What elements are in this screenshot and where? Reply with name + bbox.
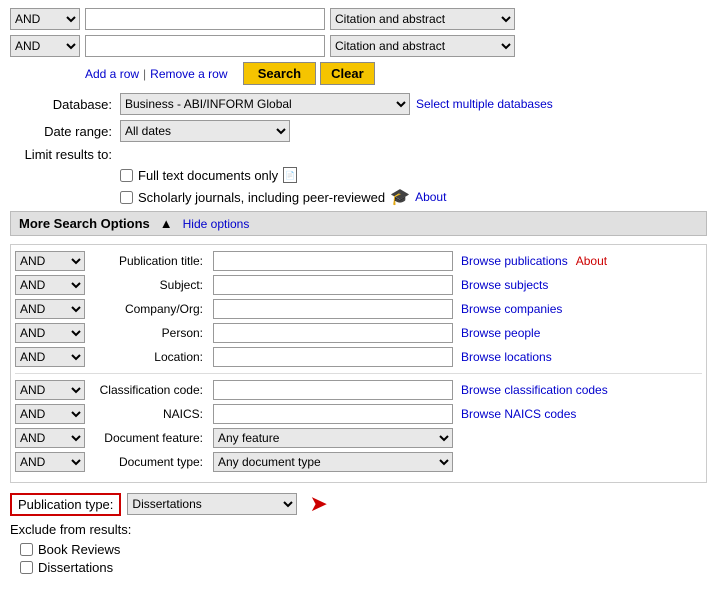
browse-classification-link[interactable]: Browse classification codes <box>461 383 608 397</box>
select-multiple-databases-link[interactable]: Select multiple databases <box>416 97 553 111</box>
document-icon: 📄 <box>283 167 297 183</box>
section-divider-1 <box>15 373 702 374</box>
fulltext-checkbox[interactable] <box>120 169 133 182</box>
adv-row-naics: ANDORNOT NAICS: Browse NAICS codes <box>15 404 702 424</box>
exclude-results-label: Exclude from results: <box>10 522 131 537</box>
limit-results-row: Limit results to: <box>10 147 707 162</box>
adv-row-location: ANDORNOT Location: Browse locations <box>15 347 702 367</box>
person-input[interactable] <box>213 323 453 343</box>
exclude-dissertations-label: Dissertations <box>38 560 113 575</box>
publication-type-row: Publication type: Dissertations All Jour… <box>10 491 707 517</box>
adv-row-company: ANDORNOT Company/Org: Browse companies <box>15 299 702 319</box>
exclude-book-reviews-label: Book Reviews <box>38 542 120 557</box>
search-button[interactable]: Search <box>243 62 316 85</box>
hide-arrow-icon: ▲ <box>160 216 173 231</box>
more-options-bar: More Search Options ▲ Hide options <box>10 211 707 236</box>
graduation-icon: 🎓 <box>390 187 410 207</box>
adv-row-person: ANDORNOT Person: Browse people <box>15 323 702 343</box>
publication-type-select[interactable]: Dissertations All Journals Books Confere… <box>127 493 297 515</box>
adv-op-doc-feature[interactable]: ANDORNOT <box>15 428 85 448</box>
adv-op-doc-type[interactable]: ANDORNOT <box>15 452 85 472</box>
browse-naics-link[interactable]: Browse NAICS codes <box>461 407 576 421</box>
adv-row-doc-feature: ANDORNOT Document feature: Any feature C… <box>15 428 702 448</box>
naics-label: NAICS: <box>89 407 209 421</box>
scholarly-about-link[interactable]: About <box>415 190 446 204</box>
remove-row-link[interactable]: Remove a row <box>150 67 227 81</box>
browse-people-link[interactable]: Browse people <box>461 326 540 340</box>
date-range-row: Date range: All dates Last 7 days Last 3… <box>10 120 707 142</box>
search-input-2[interactable] <box>85 35 325 57</box>
pub-title-label: Publication title: <box>89 254 209 268</box>
doc-type-select[interactable]: Any document type Article Report Case St… <box>213 452 453 472</box>
company-label: Company/Org: <box>89 302 209 316</box>
search-input-1[interactable] <box>85 8 325 30</box>
date-range-select[interactable]: All dates Last 7 days Last 30 days Last … <box>120 120 290 142</box>
row-actions: Add a row | Remove a row Search Clear <box>85 62 707 85</box>
date-range-label: Date range: <box>10 124 120 139</box>
exclude-results-row: Exclude from results: <box>10 522 707 537</box>
adv-op-company[interactable]: ANDORNOT <box>15 299 85 319</box>
search-row-2: AND OR NOT Citation and abstract Abstrac… <box>10 35 707 57</box>
scholarly-label: Scholarly journals, including peer-revie… <box>138 190 385 205</box>
exclude-book-reviews-row: Book Reviews <box>20 542 707 557</box>
location-label: Location: <box>89 350 209 364</box>
scholarly-checkbox-row: Scholarly journals, including peer-revie… <box>120 187 707 207</box>
more-options-label: More Search Options <box>19 216 150 231</box>
limit-results-label: Limit results to: <box>10 147 120 162</box>
red-arrow-icon: ➤ <box>309 491 327 517</box>
naics-input[interactable] <box>213 404 453 424</box>
add-row-link[interactable]: Add a row <box>85 67 139 81</box>
company-input[interactable] <box>213 299 453 319</box>
location-input[interactable] <box>213 347 453 367</box>
date-range-control: All dates Last 7 days Last 30 days Last … <box>120 120 290 142</box>
browse-locations-link[interactable]: Browse locations <box>461 350 552 364</box>
main-container: AND OR NOT Citation and abstract Abstrac… <box>0 0 717 586</box>
exclude-dissertations-checkbox[interactable] <box>20 561 33 574</box>
exclude-dissertations-row: Dissertations <box>20 560 707 575</box>
hide-options-link[interactable]: Hide options <box>183 217 250 231</box>
adv-op-pub-title[interactable]: ANDORNOT <box>15 251 85 271</box>
classification-input[interactable] <box>213 380 453 400</box>
search-row-1: AND OR NOT Citation and abstract Abstrac… <box>10 8 707 30</box>
operator-select-2[interactable]: AND OR NOT <box>10 35 80 57</box>
database-select[interactable]: Business - ABI/INFORM Global ProQuest Ce… <box>120 93 410 115</box>
adv-row-classification: ANDORNOT Classification code: Browse cla… <box>15 380 702 400</box>
adv-op-person[interactable]: ANDORNOT <box>15 323 85 343</box>
field-select-1[interactable]: Citation and abstract Abstract Title Aut… <box>330 8 515 30</box>
operator-select-1[interactable]: AND OR NOT <box>10 8 80 30</box>
adv-op-subject[interactable]: ANDORNOT <box>15 275 85 295</box>
subject-label: Subject: <box>89 278 209 292</box>
adv-op-location[interactable]: ANDORNOT <box>15 347 85 367</box>
doc-type-label: Document type: <box>89 455 209 469</box>
adv-op-naics[interactable]: ANDORNOT <box>15 404 85 424</box>
person-label: Person: <box>89 326 209 340</box>
publication-type-label: Publication type: <box>10 493 121 516</box>
database-label: Database: <box>10 97 120 112</box>
adv-row-pub-title: ANDORNOT Publication title: Browse publi… <box>15 251 702 271</box>
database-control: Business - ABI/INFORM Global ProQuest Ce… <box>120 93 553 115</box>
scholarly-checkbox[interactable] <box>120 191 133 204</box>
clear-button[interactable]: Clear <box>320 62 375 85</box>
separator: | <box>143 67 146 81</box>
subject-input[interactable] <box>213 275 453 295</box>
adv-op-classification[interactable]: ANDORNOT <box>15 380 85 400</box>
doc-feature-label: Document feature: <box>89 431 209 445</box>
browse-subjects-link[interactable]: Browse subjects <box>461 278 548 292</box>
fulltext-label: Full text documents only <box>138 168 278 183</box>
pub-title-about-link[interactable]: About <box>576 254 607 268</box>
advanced-rows-section: ANDORNOT Publication title: Browse publi… <box>10 244 707 483</box>
browse-publications-link[interactable]: Browse publications <box>461 254 568 268</box>
doc-feature-select[interactable]: Any feature Charts Graphs Tables Photos <box>213 428 453 448</box>
adv-row-doc-type: ANDORNOT Document type: Any document typ… <box>15 452 702 472</box>
browse-companies-link[interactable]: Browse companies <box>461 302 562 316</box>
pub-title-input[interactable] <box>213 251 453 271</box>
fulltext-checkbox-row: Full text documents only 📄 <box>120 167 707 183</box>
database-row: Database: Business - ABI/INFORM Global P… <box>10 93 707 115</box>
exclude-book-reviews-checkbox[interactable] <box>20 543 33 556</box>
adv-row-subject: ANDORNOT Subject: Browse subjects <box>15 275 702 295</box>
field-select-2[interactable]: Citation and abstract Abstract Title Aut… <box>330 35 515 57</box>
classification-label: Classification code: <box>89 383 209 397</box>
